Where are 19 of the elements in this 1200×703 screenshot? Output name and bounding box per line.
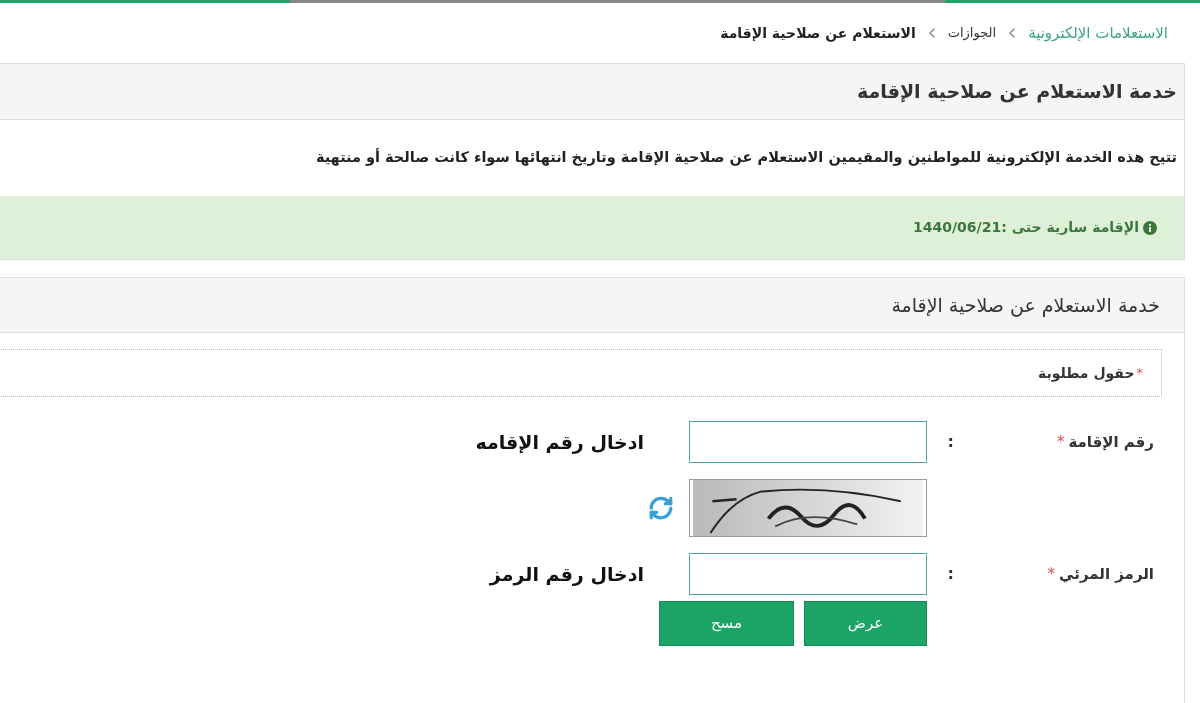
form-button[interactable]: عرض: [804, 601, 927, 646]
form-button[interactable]: مسح: [659, 601, 794, 646]
label-colon: :: [946, 563, 954, 585]
required-note: حقول مطلوبة: [1038, 363, 1135, 384]
annotation-text: ادخال رقم الإقامه: [475, 429, 644, 456]
annotation-text: ادخال رقم الرمز: [489, 561, 644, 588]
panel-title: خدمة الاستعلام عن صلاحية الإقامة: [857, 79, 1177, 105]
field-label: الرمز المرئي: [1059, 563, 1154, 585]
breadcrumb-link[interactable]: الجوازات: [947, 23, 997, 43]
required-asterisk: *: [1056, 431, 1065, 453]
field-label: رقم الإقامة: [1068, 431, 1154, 453]
alert-text: الإقامة سارية حتى :1440/06/21: [913, 218, 1139, 237]
breadcrumb-link[interactable]: الاستعلامات الإلكترونية: [1028, 21, 1168, 45]
panel-title: خدمة الاستعلام عن صلاحية الإقامة: [891, 292, 1160, 319]
required-asterisk: *: [1136, 364, 1143, 383]
label-colon: :: [946, 431, 954, 453]
breadcrumb-current: الاستعلام عن صلاحية الإقامة: [720, 23, 916, 44]
service-description: تتيح هذه الخدمة الإلكترونية للمواطنين والمقيمين الاستعلام عن صلاحية الإقامة وتاريخ انتهائها سواء كانت صالحة أو منتهية: [315, 147, 1177, 168]
required-asterisk: *: [1047, 563, 1056, 585]
